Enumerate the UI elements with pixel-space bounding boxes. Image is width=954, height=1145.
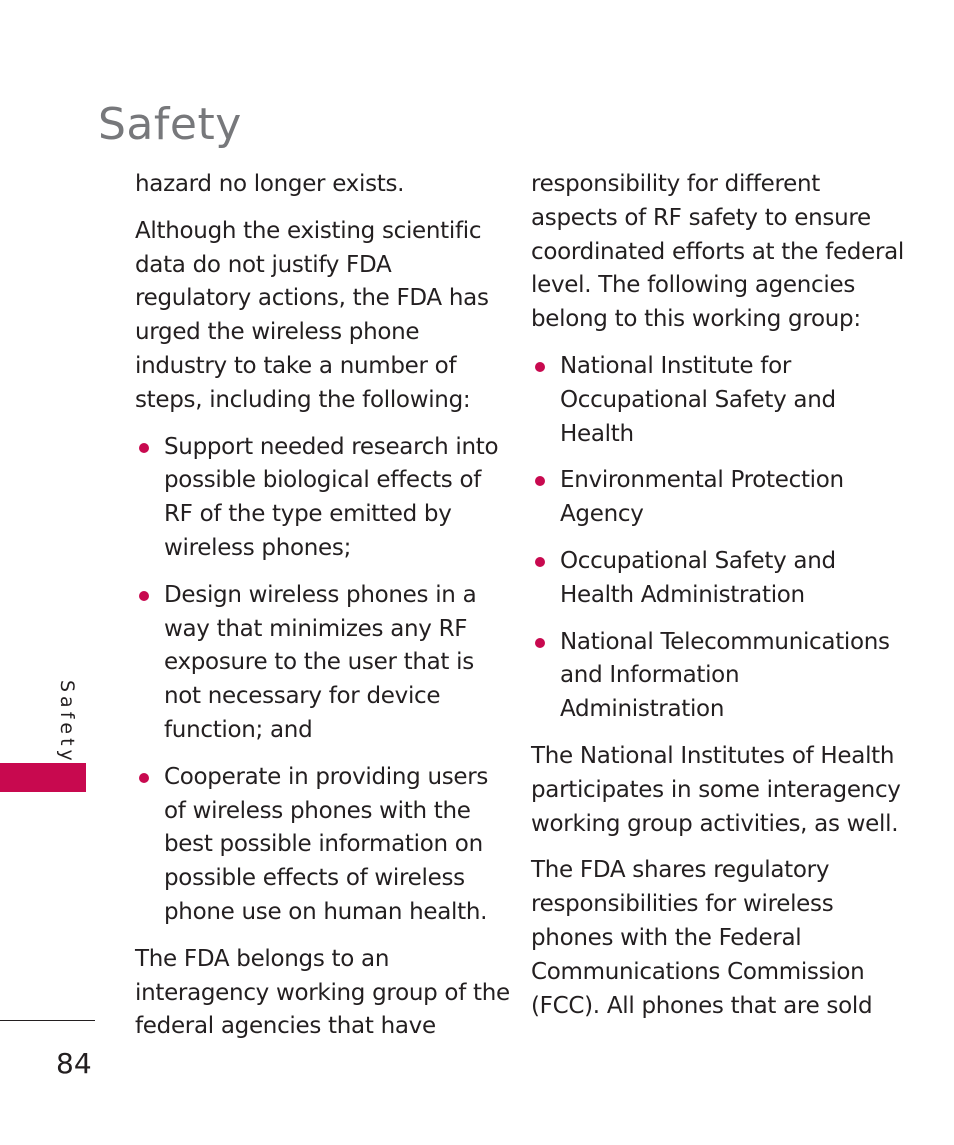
paragraph: The National Institutes of Health partic… xyxy=(531,740,901,841)
text-line: National Institute for xyxy=(560,352,792,379)
text-line: RF of the type emitted by xyxy=(164,501,452,528)
text-line: phone use on human health. xyxy=(164,898,488,925)
text-line: function; and xyxy=(164,716,313,743)
text-line: steps, including the following: xyxy=(135,386,471,413)
text-line: The National Institutes of Health xyxy=(531,742,895,769)
text-line: Administration xyxy=(560,696,725,723)
fda-steps-list: Support needed research into possible bi… xyxy=(135,431,499,930)
text-line: phones with the Federal xyxy=(531,924,802,951)
bullet-icon xyxy=(535,637,545,648)
text-line: The FDA belongs to an xyxy=(135,945,390,972)
text-line: urged the wireless phone xyxy=(135,319,420,346)
text-line: Health xyxy=(560,420,634,447)
left-column: hazard no longer exists. Although the ex… xyxy=(135,168,510,1057)
list-item: Cooperate in providing users of wireless… xyxy=(135,761,490,930)
text-line: Occupational Safety and xyxy=(560,547,836,574)
bullet-icon xyxy=(535,361,545,372)
text-line: way that minimizes any RF xyxy=(164,615,468,642)
text-line: Communications Commission xyxy=(531,958,865,985)
text-line: best possible information on xyxy=(164,831,483,858)
bullet-icon xyxy=(139,442,149,453)
text-line: Support needed research into xyxy=(164,433,499,460)
text-line: level. The following agencies xyxy=(531,272,856,299)
text-line: possible biological effects of xyxy=(164,467,482,494)
text-line: belong to this working group: xyxy=(531,306,861,333)
text-line: and Information xyxy=(560,662,740,689)
text-line: of wireless phones with the xyxy=(164,797,471,824)
list-item: National Telecommunications and Informat… xyxy=(531,626,891,727)
text-line: wireless phones; xyxy=(164,534,352,561)
list-item: Occupational Safety and Health Administr… xyxy=(531,545,891,613)
text-line: Health Administration xyxy=(560,581,805,608)
paragraph: responsibility for different aspects of … xyxy=(531,168,904,337)
text-line: Occupational Safety and xyxy=(560,386,836,413)
paragraph: hazard no longer exists. xyxy=(135,168,490,202)
text-line: Environmental Protection xyxy=(560,467,844,494)
text-line: Although the existing scientific xyxy=(135,217,482,244)
text-line: The FDA shares regulatory xyxy=(531,857,830,884)
text-line: industry to take a number of xyxy=(135,352,457,379)
list-item: Support needed research into possible bi… xyxy=(135,431,499,566)
list-item: National Institute for Occupational Safe… xyxy=(531,350,891,451)
bullet-icon xyxy=(535,556,545,567)
text-line: Cooperate in providing users xyxy=(164,763,489,790)
section-tab-marker xyxy=(0,763,86,792)
text-line: Agency xyxy=(560,501,644,528)
bullet-icon xyxy=(139,772,149,783)
section-side-label: Safety xyxy=(56,680,78,765)
text-line: federal agencies that have xyxy=(135,1013,436,1040)
page-title: Safety xyxy=(98,99,242,151)
text-line: responsibility for different xyxy=(531,171,820,197)
text-line: coordinated efforts at the federal xyxy=(531,238,904,265)
paragraph: The FDA belongs to an interagency workin… xyxy=(135,943,510,1044)
bullet-icon xyxy=(535,476,545,487)
agencies-list: National Institute for Occupational Safe… xyxy=(531,350,891,727)
list-item: Design wireless phones in a way that min… xyxy=(135,579,490,748)
paragraph: The FDA shares regulatory responsibiliti… xyxy=(531,854,891,1023)
text-line: exposure to the user that is xyxy=(164,649,474,676)
right-column: responsibility for different aspects of … xyxy=(531,168,904,1036)
bullet-icon xyxy=(139,590,149,601)
text-line: interagency working group of the xyxy=(135,979,510,1006)
text-line: possible effects of wireless xyxy=(164,865,465,892)
text-line: regulatory actions, the FDA has xyxy=(135,285,489,312)
text-line: responsibilities for wireless xyxy=(531,891,834,918)
text-line: data do not justify FDA xyxy=(135,251,392,278)
footer-divider xyxy=(0,1020,95,1021)
page-number: 84 xyxy=(56,1047,92,1080)
text-line: Design wireless phones in a xyxy=(164,581,477,608)
text-line: aspects of RF safety to ensure xyxy=(531,204,871,231)
text-line: participates in some interagency xyxy=(531,776,901,803)
list-item: Environmental Protection Agency xyxy=(531,464,891,532)
text-line: (FCC). All phones that are sold xyxy=(531,992,873,1019)
text-line: hazard no longer exists. xyxy=(135,171,405,197)
paragraph: Although the existing scientific data do… xyxy=(135,215,490,418)
text-line: not necessary for device xyxy=(164,683,441,710)
text-line: National Telecommunications xyxy=(560,628,890,655)
text-line: working group activities, as well. xyxy=(531,810,899,837)
